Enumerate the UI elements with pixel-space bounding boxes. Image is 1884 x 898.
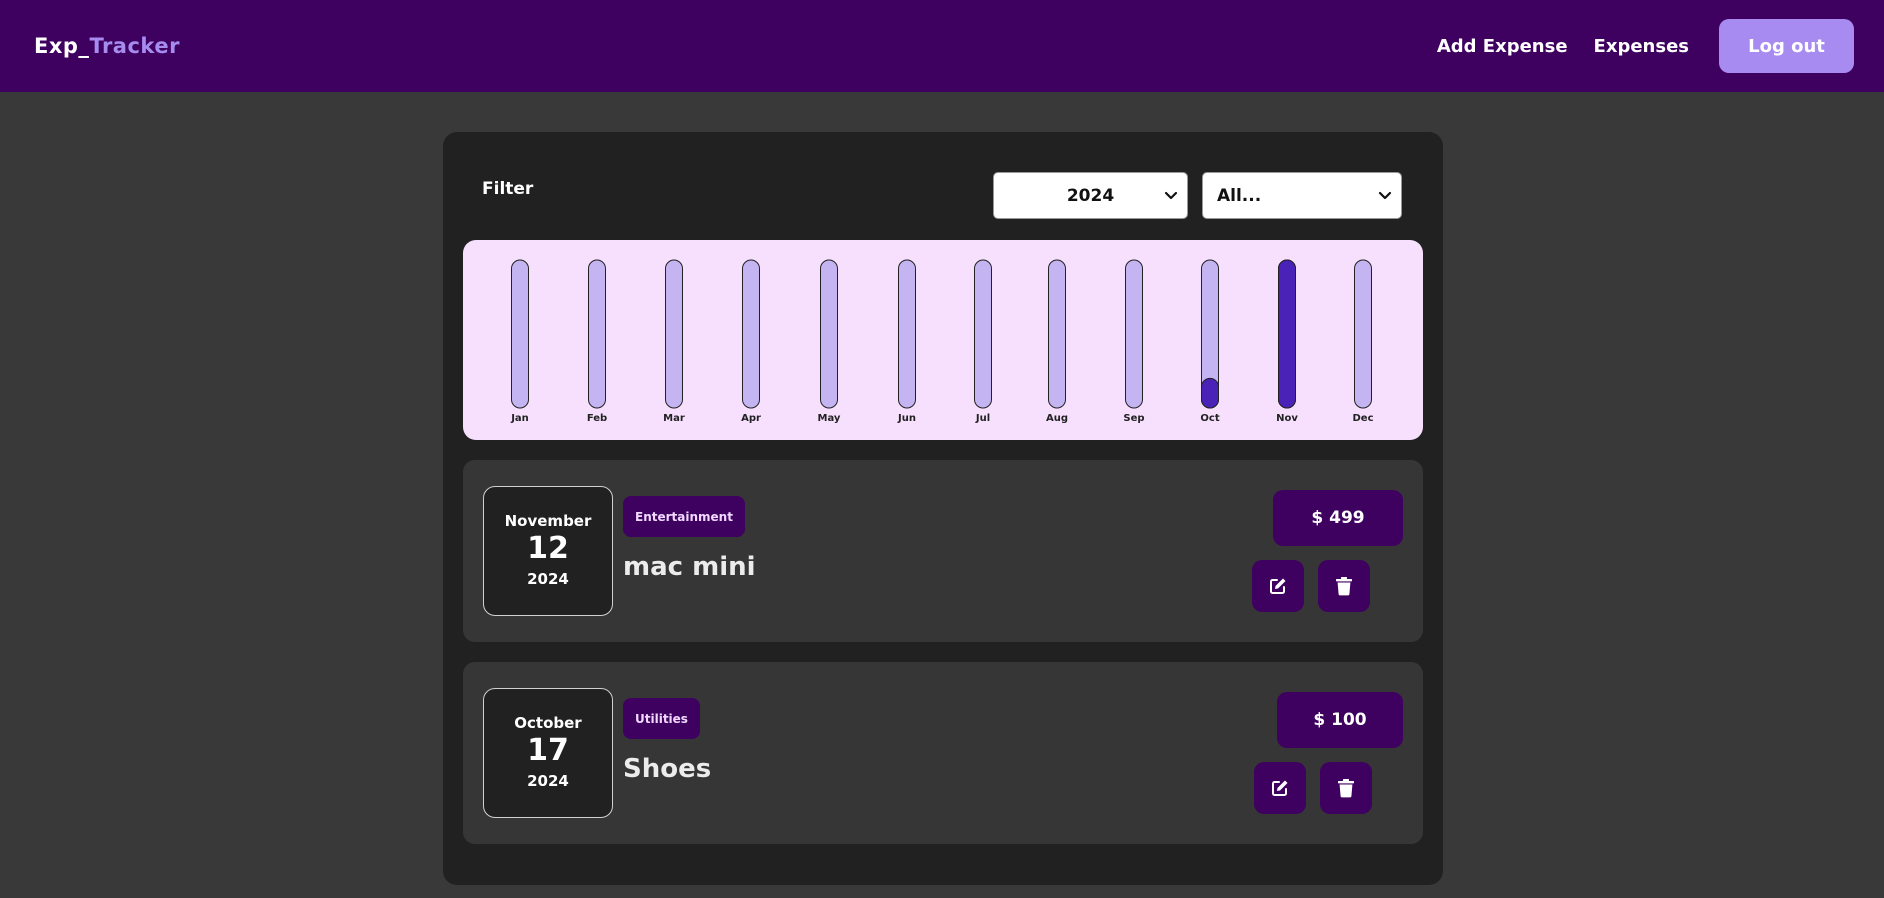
chart-month-label: Mar: [663, 413, 685, 424]
year-select[interactable]: 2024: [993, 172, 1188, 219]
chart-month-label: Sep: [1123, 413, 1144, 424]
expense-date-day: 12: [527, 531, 569, 566]
chart-svg: Jan Feb Mar Apr May Jun Jul Aug Sep Oct Nov Dec: [510, 259, 1374, 424]
nav-links: Add Expense Expenses Log out: [1437, 19, 1854, 73]
trash-icon: [1336, 577, 1352, 596]
logout-button[interactable]: Log out: [1719, 19, 1854, 73]
expense-amount: $ 100: [1277, 692, 1403, 748]
expense-title: Shoes: [623, 754, 712, 784]
category-badge: Entertainment: [623, 496, 745, 537]
chart-bar-track: [742, 259, 760, 409]
category-badge: Utilities: [623, 698, 700, 739]
expenses-panel: Filter 2024 All... Jan Feb Mar Apr May Jun Jul…: [443, 132, 1443, 885]
expense-item: October 17 2024 Utilities Shoes $ 100: [463, 662, 1423, 844]
edit-icon: [1272, 780, 1288, 796]
expense-amount: $ 499: [1273, 490, 1403, 546]
chart-month-label: Dec: [1352, 413, 1373, 424]
monthly-expense-chart: Jan Feb Mar Apr May Jun Jul Aug Sep Oct Nov Dec: [463, 240, 1423, 440]
chart-bar-track: [665, 259, 683, 409]
chart-bar-fill: [1201, 377, 1219, 409]
chart-month-label: May: [818, 413, 841, 424]
chart-month-label: Oct: [1200, 413, 1219, 424]
chart-bar-track: [1048, 259, 1066, 409]
brand-logo[interactable]: Exp_Tracker: [34, 34, 180, 58]
expense-date-month: October: [514, 714, 582, 732]
chart-bar-track: [898, 259, 916, 409]
edit-button[interactable]: [1254, 762, 1306, 814]
expense-title: mac mini: [623, 552, 756, 582]
expense-date-month: November: [504, 512, 592, 530]
chart-bar-track: [1354, 259, 1372, 409]
edit-icon: [1270, 578, 1286, 594]
expense-date-year: 2024: [527, 772, 569, 790]
expense-date-day: 17: [527, 733, 569, 768]
brand-suffix: Tracker: [89, 34, 180, 58]
chart-month-label: Nov: [1276, 413, 1298, 424]
chart-bar-track: [588, 259, 606, 409]
nav-link-add-expense[interactable]: Add Expense: [1437, 36, 1568, 57]
year-select-value: 2024: [1066, 185, 1115, 206]
trash-icon: [1338, 779, 1354, 798]
chart-month-label: Feb: [587, 413, 607, 424]
expense-date-year: 2024: [527, 570, 569, 588]
chart-month-label: Apr: [741, 413, 761, 424]
category-select-value: All...: [1217, 185, 1262, 206]
chart-month-label: Jan: [510, 413, 529, 424]
expense-date: October 17 2024: [483, 688, 613, 818]
chevron-down-icon: [1378, 191, 1392, 200]
chevron-down-icon: [1164, 191, 1178, 200]
chart-bar-track: [511, 259, 529, 409]
filter-label: Filter: [482, 179, 534, 199]
edit-button[interactable]: [1252, 560, 1304, 612]
delete-button[interactable]: [1320, 762, 1372, 814]
brand-prefix: Exp_: [34, 34, 90, 58]
navbar: Exp_Tracker Add Expense Expenses Log out: [0, 0, 1884, 92]
filter-row: Filter 2024 All...: [443, 132, 1443, 240]
chart-bar-track: [974, 259, 992, 409]
category-select[interactable]: All...: [1202, 172, 1402, 219]
delete-button[interactable]: [1318, 560, 1370, 612]
nav-link-expenses[interactable]: Expenses: [1594, 36, 1689, 57]
chart-bar-track: [1125, 259, 1143, 409]
chart-month-label: Jul: [975, 413, 990, 424]
chart-bar-track: [820, 259, 838, 409]
chart-month-label: Jun: [897, 413, 916, 424]
chart-bar-fill: [1278, 259, 1296, 409]
expense-date: November 12 2024: [483, 486, 613, 616]
expense-item: November 12 2024 Entertainment mac mini …: [463, 460, 1423, 642]
chart-month-label: Aug: [1046, 413, 1068, 424]
